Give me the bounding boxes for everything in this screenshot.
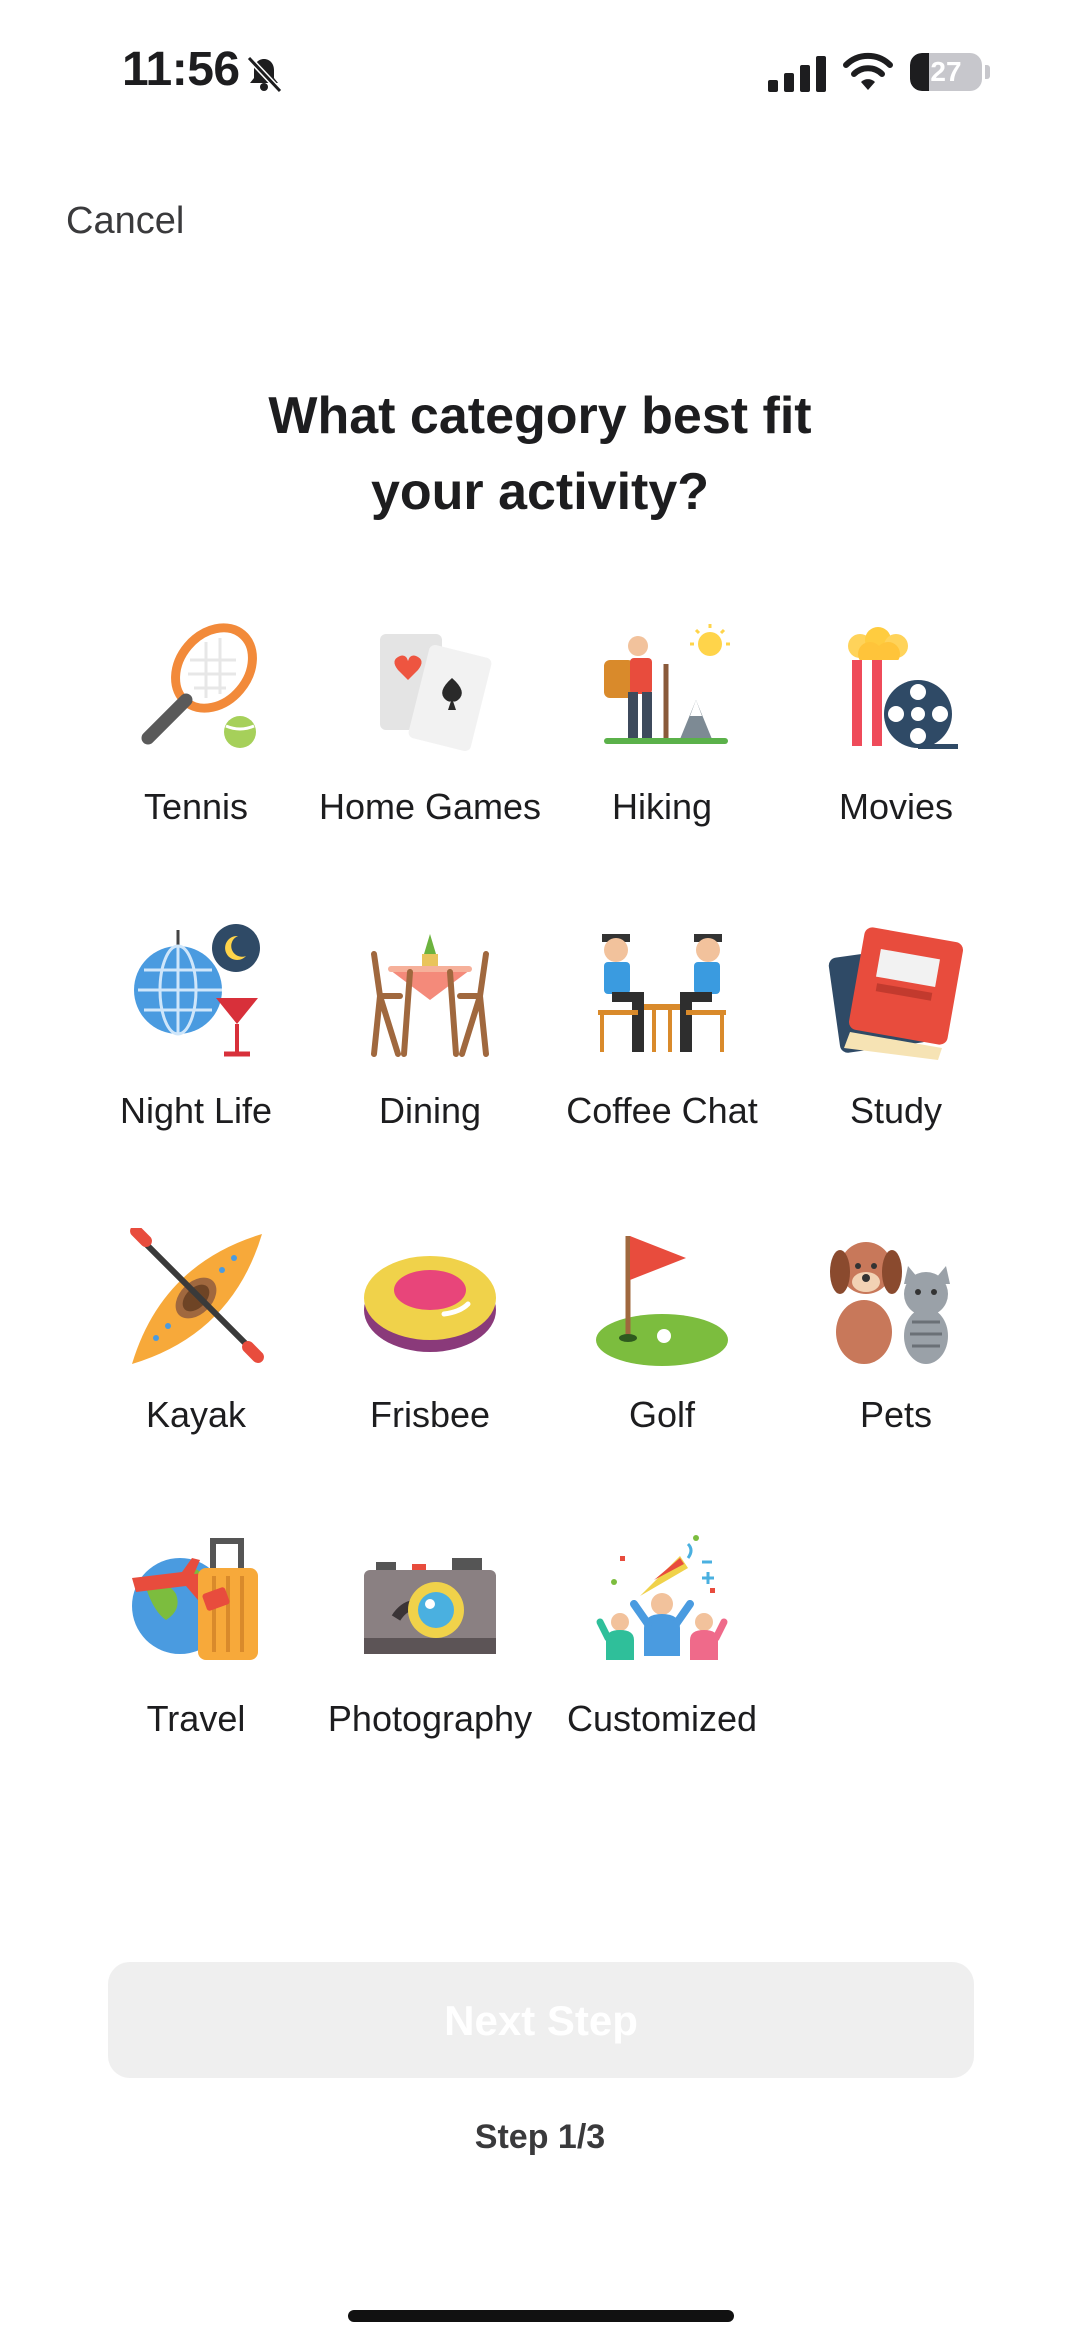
category-label: Movies: [838, 786, 954, 827]
category-label: Study: [849, 1090, 943, 1131]
party-people-icon: [596, 1535, 728, 1660]
next-step-label: Next Step: [444, 1997, 638, 2044]
coffee-chat-icon: [598, 934, 726, 1052]
page-title: What category best fit your activity?: [140, 378, 940, 530]
popcorn-film-reel-icon: [846, 627, 958, 749]
category-hiking[interactable]: Hiking: [542, 620, 782, 860]
next-step-button[interactable]: Next Step: [108, 1962, 974, 2078]
battery-icon: 27: [910, 53, 990, 91]
category-tennis[interactable]: Tennis: [76, 620, 316, 860]
category-kayak[interactable]: Kayak: [76, 1228, 316, 1468]
category-night-life[interactable]: Night Life: [76, 924, 316, 1164]
title-line-2: your activity?: [370, 463, 710, 521]
step-indicator: Step 1/3: [474, 2118, 606, 2156]
category-travel[interactable]: Travel: [76, 1532, 316, 1772]
category-label: Pets: [859, 1394, 933, 1435]
cancel-button[interactable]: Cancel: [66, 200, 184, 243]
home-indicator[interactable]: [348, 2310, 734, 2322]
dining-table-icon: [371, 934, 489, 1057]
category-customized[interactable]: Customized: [542, 1532, 782, 1772]
category-dining[interactable]: Dining: [310, 924, 550, 1164]
playing-cards-icon: [380, 634, 492, 752]
wifi-icon: [843, 52, 893, 90]
category-frisbee[interactable]: Frisbee: [310, 1228, 550, 1468]
books-icon: [828, 927, 964, 1060]
category-golf[interactable]: Golf: [542, 1228, 782, 1468]
status-time: 11:56: [122, 43, 240, 96]
category-photography[interactable]: Photography: [310, 1532, 550, 1772]
disco-ball-cocktail-icon: [134, 924, 260, 1057]
bell-muted-icon: [246, 55, 283, 94]
camera-icon: [364, 1558, 496, 1654]
cellular-signal-icon: [768, 56, 826, 92]
title-line-1: What category best fit: [268, 387, 812, 445]
category-pets[interactable]: Pets: [776, 1228, 1016, 1468]
tennis-icon: [141, 623, 257, 748]
globe-suitcase-icon: [132, 1538, 258, 1660]
frisbee-icon: [364, 1256, 496, 1352]
status-bar: 11:56 27: [0, 0, 1080, 140]
category-study[interactable]: Study: [776, 924, 1016, 1164]
golf-flag-icon: [596, 1236, 728, 1366]
category-label: Customized: [566, 1698, 758, 1739]
dog-cat-icon: [830, 1242, 950, 1364]
category-movies[interactable]: Movies: [776, 620, 1016, 860]
kayak-icon: [130, 1228, 264, 1364]
hiker-icon: [604, 624, 730, 744]
category-home-games[interactable]: Home Games: [310, 620, 550, 860]
category-coffee-chat[interactable]: Coffee Chat: [542, 924, 782, 1164]
battery-percent: 27: [930, 56, 962, 87]
